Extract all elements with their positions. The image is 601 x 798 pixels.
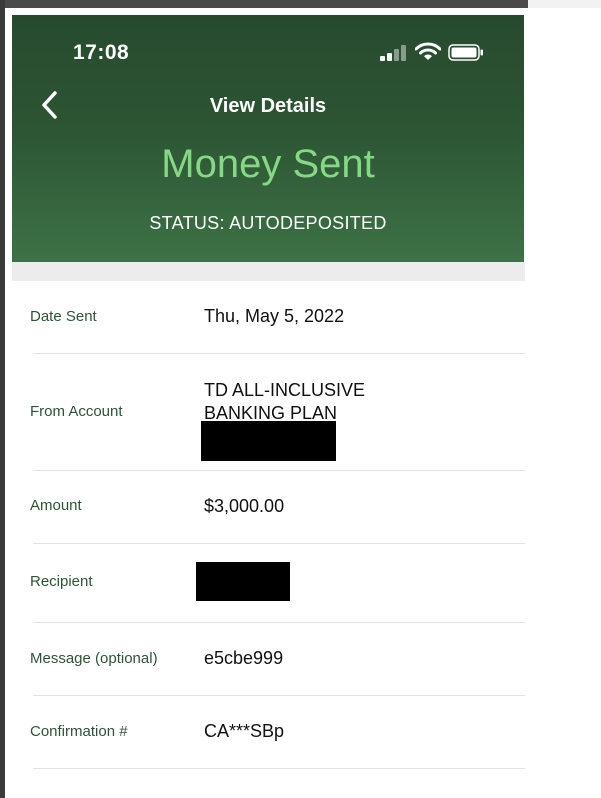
status-time: 17:08	[73, 41, 130, 64]
header: 17:08 View Details Money Sent STATUS: AU…	[12, 15, 524, 262]
phone-screen: 17:08 View Details Money Sent STATUS: AU…	[5, 8, 525, 798]
window-top-edge-light	[528, 0, 601, 8]
row-recipient: Recipient	[5, 544, 525, 622]
wifi-icon	[415, 42, 441, 60]
confirmation-label: Confirmation #	[30, 723, 128, 740]
from-account-line1: TD ALL-INCLUSIVE	[204, 380, 366, 400]
signal-icon	[380, 45, 408, 61]
nav-title: View Details	[209, 95, 327, 117]
recipient-label: Recipient	[30, 573, 93, 590]
row-divider	[33, 768, 525, 769]
row-confirmation: Confirmation # CA***SBp	[5, 696, 525, 768]
row-from-account: From Account TD ALL-INCLUSIVE BANKING PL…	[5, 354, 525, 470]
section-divider	[12, 262, 525, 281]
message-value: e5cbe999	[204, 648, 284, 668]
battery-icon	[448, 44, 483, 61]
row-amount: Amount $3,000.00	[5, 471, 525, 543]
redacted-account-number	[201, 421, 336, 461]
date-sent-label: Date Sent	[30, 308, 97, 325]
amount-label: Amount	[30, 497, 82, 514]
confirmation-value: CA***SBp	[204, 721, 285, 741]
redacted-recipient	[196, 562, 290, 601]
background-panel	[525, 8, 601, 798]
row-date-sent: Date Sent Thu, May 5, 2022	[5, 281, 525, 353]
hero-title: Money Sent	[161, 142, 375, 186]
row-message: Message (optional) e5cbe999	[5, 623, 525, 695]
amount-value: $3,000.00	[204, 496, 285, 516]
from-account-label: From Account	[30, 403, 123, 420]
date-sent-value: Thu, May 5, 2022	[204, 306, 345, 326]
transfer-status: STATUS: AUTODEPOSITED	[149, 213, 387, 233]
window-top-edge	[0, 0, 528, 8]
message-label: Message (optional)	[30, 650, 158, 667]
